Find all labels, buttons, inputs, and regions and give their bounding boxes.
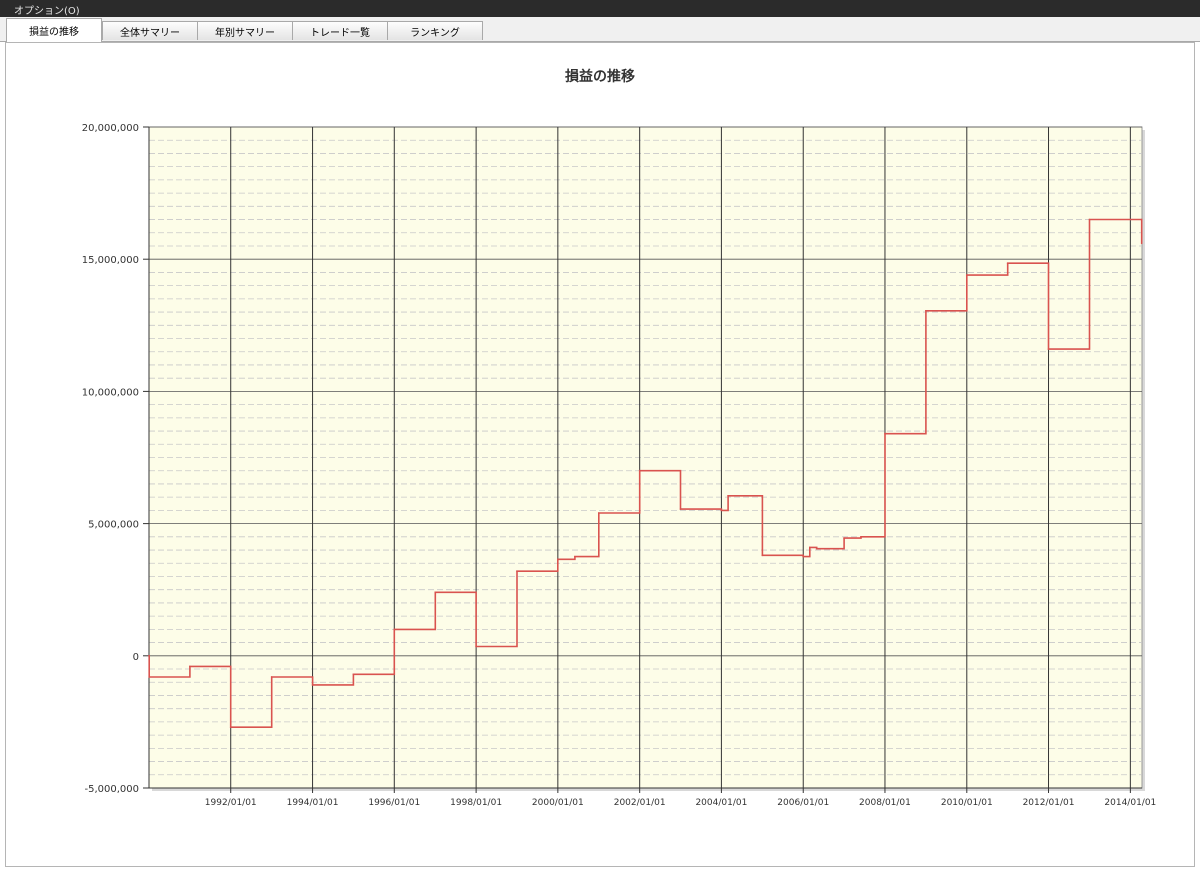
pnl-data-point bbox=[598, 512, 600, 514]
pnl-data-point bbox=[148, 655, 150, 657]
pnl-data-point bbox=[270, 676, 273, 678]
pnl-data-point bbox=[1140, 242, 1143, 245]
pnl-data-point bbox=[148, 676, 151, 678]
pnl-data-point bbox=[884, 432, 886, 435]
pnl-data-point bbox=[679, 508, 682, 510]
menu-options[interactable]: オプション(O) bbox=[14, 2, 80, 17]
tab-overall-summary[interactable]: 全体サマリー bbox=[102, 21, 198, 40]
pnl-data-point bbox=[393, 628, 396, 631]
x-tick-label: 1992/01/01 bbox=[205, 798, 257, 808]
pnl-data-point bbox=[516, 570, 518, 572]
pnl-data-point bbox=[1088, 218, 1091, 221]
menu-bar: オプション(O) bbox=[0, 0, 1200, 17]
x-tick-label: 2012/01/01 bbox=[1023, 798, 1075, 808]
pnl-data-point bbox=[557, 558, 559, 561]
pnl-data-point bbox=[638, 469, 641, 472]
x-tick-label: 2006/01/01 bbox=[777, 798, 829, 808]
tab-yearly-summary[interactable]: 年別サマリー bbox=[197, 21, 293, 40]
y-tick-label: 15,000,000 bbox=[82, 255, 139, 266]
chart-title: 損益の推移 bbox=[565, 68, 635, 85]
x-tick-label: 2004/01/01 bbox=[695, 798, 747, 808]
y-tick-label: 10,000,000 bbox=[82, 387, 139, 398]
pnl-data-point bbox=[720, 509, 723, 512]
y-tick-label: 0 bbox=[133, 652, 139, 663]
pnl-data-point bbox=[1006, 262, 1009, 264]
pnl-data-point bbox=[965, 274, 968, 276]
x-tick-label: 2000/01/01 bbox=[532, 798, 584, 808]
tab-pnl-trend[interactable]: 損益の推移 bbox=[6, 18, 102, 42]
pnl-data-point bbox=[1047, 348, 1050, 350]
pnl-data-point bbox=[189, 665, 191, 668]
tab-trade-list[interactable]: トレード一覧 bbox=[292, 21, 388, 40]
pnl-data-point bbox=[727, 495, 729, 497]
pnl-data-point bbox=[352, 673, 355, 676]
x-tick-label: 1996/01/01 bbox=[368, 798, 420, 808]
x-tick-label: 2014/01/01 bbox=[1104, 798, 1156, 808]
x-tick-label: 2002/01/01 bbox=[614, 798, 666, 808]
pnl-data-point bbox=[574, 555, 576, 558]
tab-strip: 損益の推移 全体サマリー 年別サマリー トレード一覧 ランキング bbox=[0, 17, 1200, 42]
pnl-data-point bbox=[761, 554, 764, 557]
x-tick-label: 1994/01/01 bbox=[287, 798, 339, 808]
pnl-data-point bbox=[229, 726, 232, 728]
x-tick-label: 2010/01/01 bbox=[941, 798, 993, 808]
y-tick-label: -5,000,000 bbox=[84, 784, 139, 795]
pnl-chart: 損益の推移 -5,000,000 0 5,000,000 10,000,000 15,0… bbox=[82, 68, 1157, 808]
x-tick-label: 2008/01/01 bbox=[859, 798, 911, 808]
pnl-data-point bbox=[311, 684, 314, 686]
x-tick-label: 1998/01/01 bbox=[450, 798, 502, 808]
pnl-data-point bbox=[925, 309, 927, 312]
pnl-data-point bbox=[1140, 218, 1143, 221]
pnl-data-point bbox=[434, 591, 437, 594]
pnl-data-point bbox=[843, 537, 845, 539]
chart-panel: 損益の推移 -5,000,000 0 5,000,000 10,000,000 15,0… bbox=[5, 42, 1195, 867]
pnl-data-point bbox=[815, 547, 818, 550]
pnl-data-point bbox=[802, 555, 805, 558]
pnl-data-point bbox=[860, 536, 862, 538]
pnl-data-point bbox=[809, 546, 811, 549]
y-tick-label: 5,000,000 bbox=[88, 520, 139, 531]
pnl-data-point bbox=[475, 645, 477, 648]
tab-ranking[interactable]: ランキング bbox=[387, 21, 483, 40]
y-tick-label: 20,000,000 bbox=[82, 123, 139, 134]
